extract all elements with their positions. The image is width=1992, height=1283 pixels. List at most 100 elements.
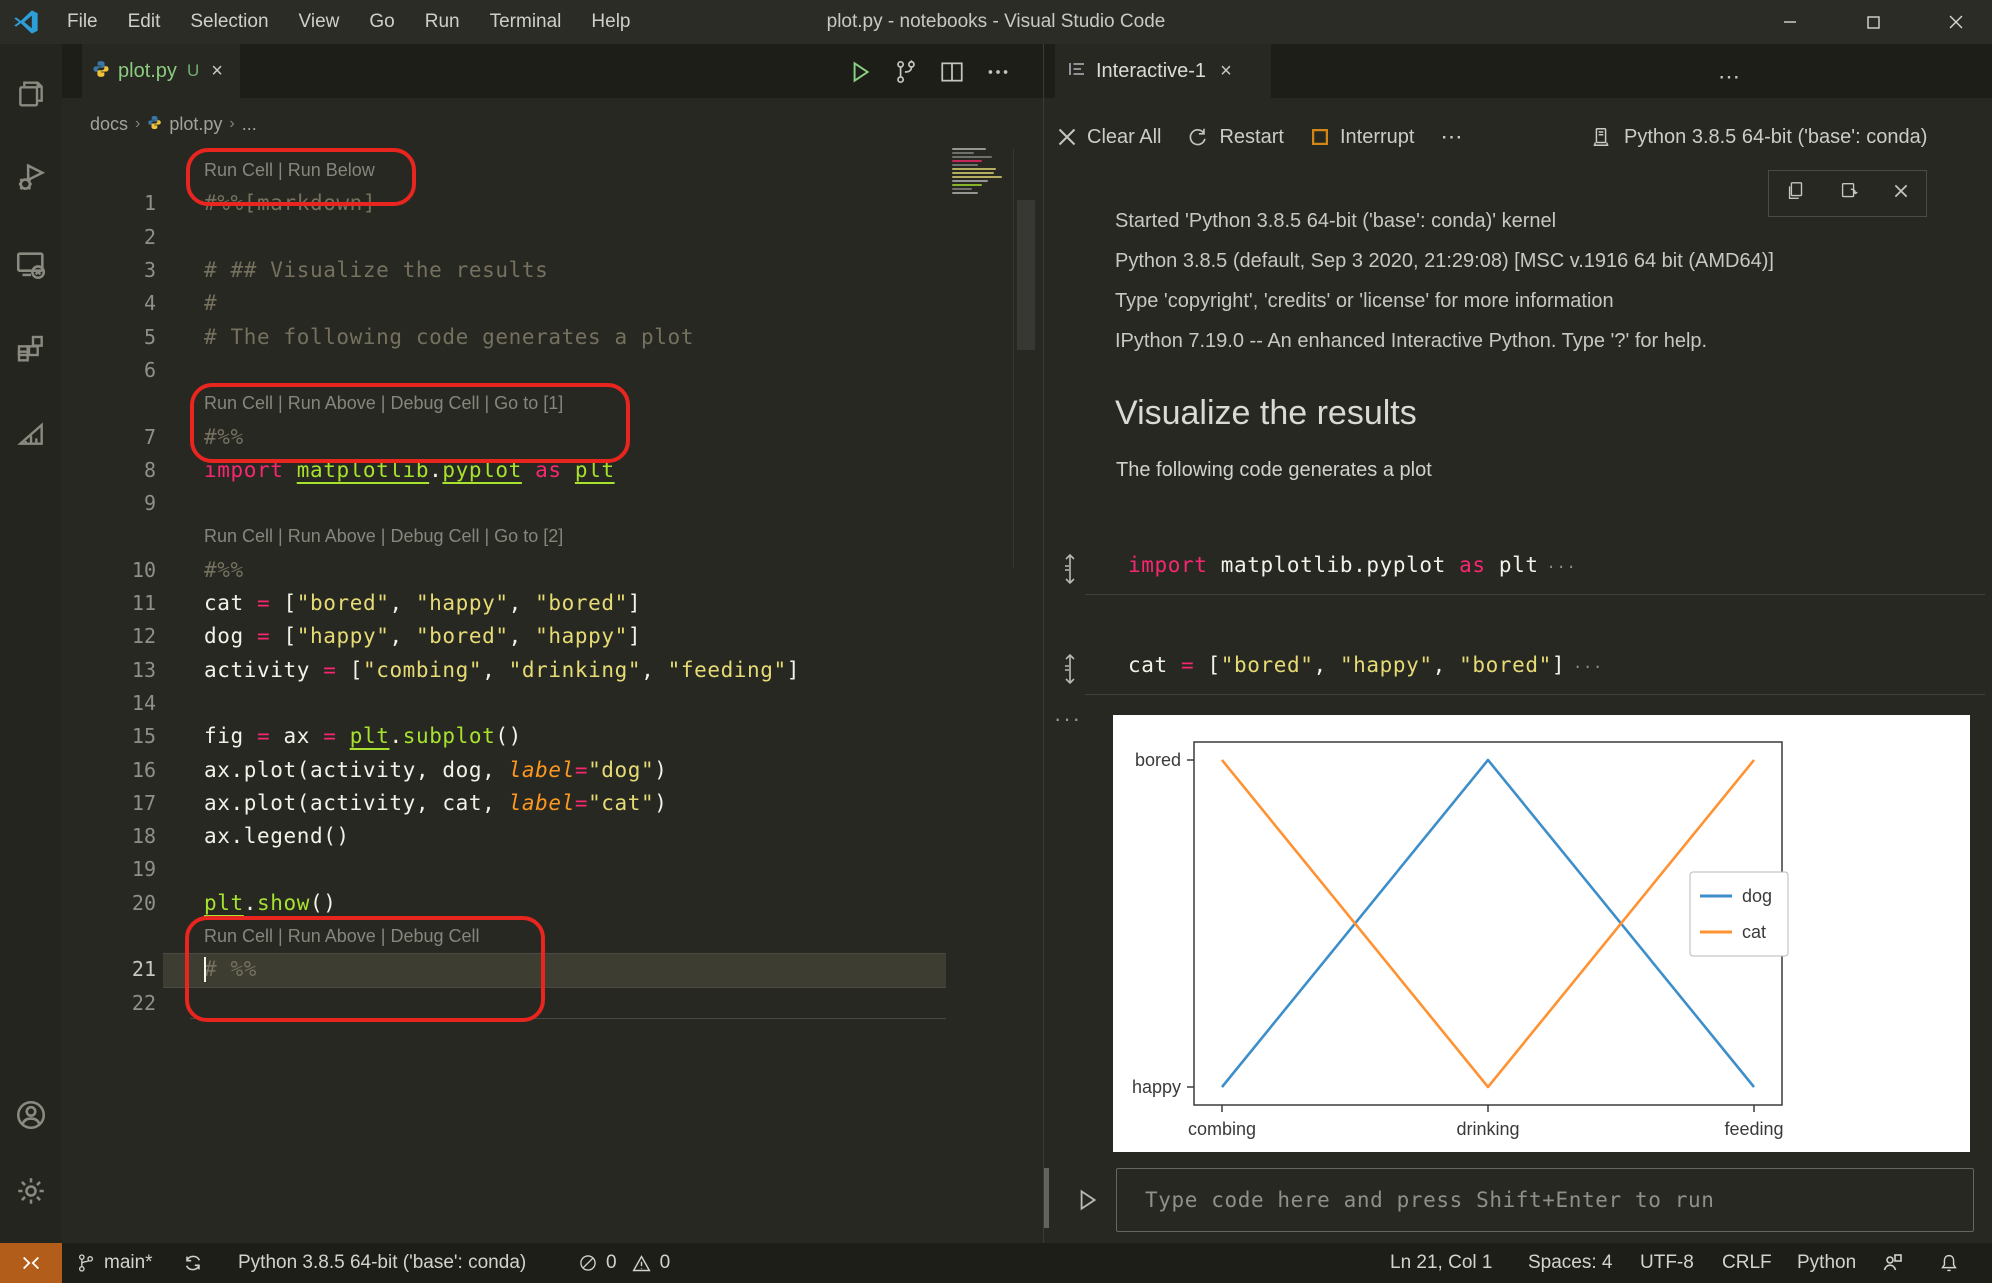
run-input-icon[interactable] (1070, 1182, 1104, 1218)
cell-more-icon[interactable]: ··· (1547, 558, 1577, 576)
account-icon[interactable] (0, 1086, 62, 1144)
toolbar-more-actions-icon[interactable]: ⋯ (1440, 124, 1462, 150)
code-token: "happy" (535, 624, 628, 648)
cursor-position-item[interactable]: Ln 21, Col 1 (1390, 1243, 1492, 1283)
minimize-button[interactable] (1760, 0, 1820, 44)
tab-interactive-1[interactable]: Interactive-1 × (1055, 44, 1271, 98)
close-button[interactable] (1926, 0, 1986, 44)
code-token: # The following code generates a plot (204, 325, 694, 349)
menu-file[interactable]: File (52, 0, 113, 44)
settings-gear-icon[interactable] (0, 1162, 62, 1220)
editor-group-divider[interactable] (1043, 44, 1044, 1243)
breadcrumb-tail[interactable]: ... (242, 114, 257, 135)
editor-scrollbar[interactable] (1017, 200, 1035, 350)
eol-item[interactable]: CRLF (1722, 1243, 1772, 1283)
language-mode-item[interactable]: Python (1797, 1243, 1856, 1283)
codelens-link[interactable]: Run Cell | Run Above | Debug Cell | Go t… (204, 526, 563, 547)
menu-help[interactable]: Help (576, 0, 645, 44)
breadcrumb-folder[interactable]: docs (90, 114, 128, 135)
python-file-icon (92, 60, 110, 83)
extensions-icon[interactable] (0, 320, 62, 378)
code-token: , (1313, 653, 1340, 677)
codelens-row: Run Cell | Run Above | Debug Cell | Go t… (62, 520, 1043, 553)
cell-more-icon[interactable]: ··· (1573, 658, 1603, 676)
svg-text:dog: dog (1742, 886, 1772, 906)
explorer-icon[interactable] (0, 65, 62, 123)
copy-icon[interactable] (1785, 180, 1807, 207)
code-text[interactable]: cat = ["bored", "happy", "bored"] (204, 591, 641, 615)
tab-label: plot.py (118, 60, 177, 83)
remote-explorer-icon[interactable] (0, 236, 62, 294)
code-text[interactable]: ax.plot(activity, cat, label="cat") (204, 791, 668, 815)
export-icon[interactable] (1838, 180, 1860, 207)
code-token: , (482, 658, 509, 682)
menu-go[interactable]: Go (354, 0, 409, 44)
split-editor-icon[interactable] (934, 54, 970, 90)
code-text[interactable]: plt.show() (204, 891, 336, 915)
cell-code[interactable]: import matplotlib.pyplot as plt··· (1128, 548, 1577, 582)
markdown-heading: Visualize the results (1115, 394, 1417, 433)
code-text[interactable]: ax.plot(activity, dog, label="dog") (204, 758, 668, 782)
svg-text:happy: happy (1132, 1077, 1181, 1097)
clear-all-button[interactable]: Clear All (1057, 126, 1161, 149)
cell-code[interactable]: cat = ["bored", "happy", "bored"]··· (1128, 648, 1603, 682)
code-text[interactable]: # (204, 291, 217, 315)
breadcrumb-file[interactable]: plot.py (169, 114, 222, 135)
run-debug-icon[interactable] (0, 148, 62, 206)
editor-more-actions-icon[interactable] (980, 54, 1016, 90)
plot-cell-more-icon[interactable]: ··· (1054, 706, 1082, 732)
remote-indicator[interactable] (0, 1243, 62, 1283)
compare-changes-icon[interactable] (888, 54, 924, 90)
minimap[interactable] (950, 148, 1013, 196)
code-text[interactable]: dog = ["happy", "bored", "happy"] (204, 624, 641, 648)
menu-selection[interactable]: Selection (175, 0, 283, 44)
code-text[interactable]: fig = ax = plt.subplot() (204, 724, 522, 748)
tab-close-icon[interactable]: × (1220, 60, 1232, 83)
code-token: ax.legend() (204, 824, 350, 848)
line-number: 20 (84, 891, 156, 915)
menu-terminal[interactable]: Terminal (475, 0, 577, 44)
sync-changes-icon[interactable] (182, 1243, 204, 1283)
goto-source-icon[interactable] (1059, 552, 1083, 591)
warnings-count: 0 (660, 1252, 671, 1274)
tab-close-icon[interactable]: × (211, 60, 223, 83)
kernel-selector[interactable]: Python 3.8.5 64-bit ('base': conda) (1590, 112, 1927, 162)
menu-edit[interactable]: Edit (113, 0, 176, 44)
code-text[interactable]: # The following code generates a plot (204, 325, 694, 349)
feedback-icon[interactable] (1880, 1243, 1904, 1283)
problems-item[interactable]: 0 0 (578, 1243, 670, 1283)
notifications-bell-icon[interactable] (1938, 1243, 1960, 1283)
warnings-icon (631, 1253, 652, 1274)
menu-view[interactable]: View (284, 0, 355, 44)
maximize-button[interactable] (1843, 0, 1903, 44)
code-text[interactable]: ax.legend() (204, 824, 350, 848)
run-file-icon[interactable] (842, 54, 878, 90)
code-token: fig (204, 724, 257, 748)
indentation-item[interactable]: Spaces: 4 (1528, 1243, 1613, 1283)
code-input-field[interactable]: Type code here and press Shift+Enter to … (1116, 1168, 1974, 1232)
close-icon[interactable] (1892, 182, 1910, 205)
git-branch-item[interactable]: main* (76, 1243, 153, 1283)
code-text[interactable]: activity = ["combing", "drinking", "feed… (204, 658, 800, 682)
code-text[interactable]: # ## Visualize the results (204, 258, 548, 282)
minimap-line (952, 172, 994, 174)
code-line: 6 (62, 353, 1043, 386)
encoding-item[interactable]: UTF-8 (1640, 1243, 1694, 1283)
ruler-icon[interactable] (0, 404, 62, 462)
line-chart: happyboredcombingdrinkingfeedingdogcat (1113, 715, 1970, 1152)
more-dots: ⋯ (1440, 124, 1462, 150)
panel-more-actions-icon[interactable]: ⋯ (1712, 62, 1746, 92)
svg-text:combing: combing (1188, 1119, 1256, 1139)
tab-plot-py[interactable]: plot.py U × (82, 44, 240, 98)
line-number: 2 (84, 225, 156, 249)
menu-run[interactable]: Run (410, 0, 475, 44)
code-text[interactable]: #%% (204, 558, 244, 582)
restart-button[interactable]: Restart (1187, 126, 1283, 149)
line-number: 18 (84, 824, 156, 848)
interpreter-item[interactable]: Python 3.8.5 64-bit ('base': conda) (238, 1243, 526, 1283)
interrupt-label: Interrupt (1340, 126, 1414, 149)
interrupt-button[interactable]: Interrupt (1310, 126, 1414, 149)
goto-source-icon[interactable] (1059, 652, 1083, 691)
panel-scrollbar[interactable] (1044, 1168, 1049, 1228)
interpreter-label: Python 3.8.5 64-bit ('base': conda) (238, 1252, 526, 1274)
